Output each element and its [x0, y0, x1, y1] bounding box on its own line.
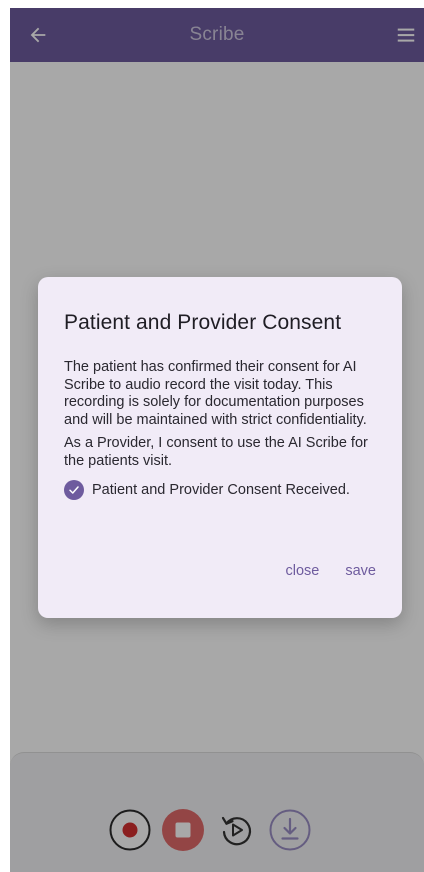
consent-checkbox[interactable]	[64, 480, 84, 500]
consent-checkbox-label: Patient and Provider Consent Received.	[92, 482, 350, 498]
scribe-screen: Scribe Patient and Provider Consent The …	[10, 8, 424, 872]
provider-consent-statement: As a Provider, I consent to use the AI S…	[64, 435, 368, 469]
check-icon	[69, 486, 79, 494]
dialog-title: Patient and Provider Consent	[64, 311, 342, 334]
close-button[interactable]: close	[286, 563, 320, 579]
consent-checkbox-row[interactable]: Patient and Provider Consent Received.	[64, 480, 376, 500]
consent-statement: The patient has confirmed their consent …	[64, 359, 367, 428]
save-button[interactable]: save	[345, 563, 376, 579]
consent-dialog: Patient and Provider Consent The patient…	[38, 277, 402, 618]
dialog-actions: close save	[286, 563, 377, 579]
